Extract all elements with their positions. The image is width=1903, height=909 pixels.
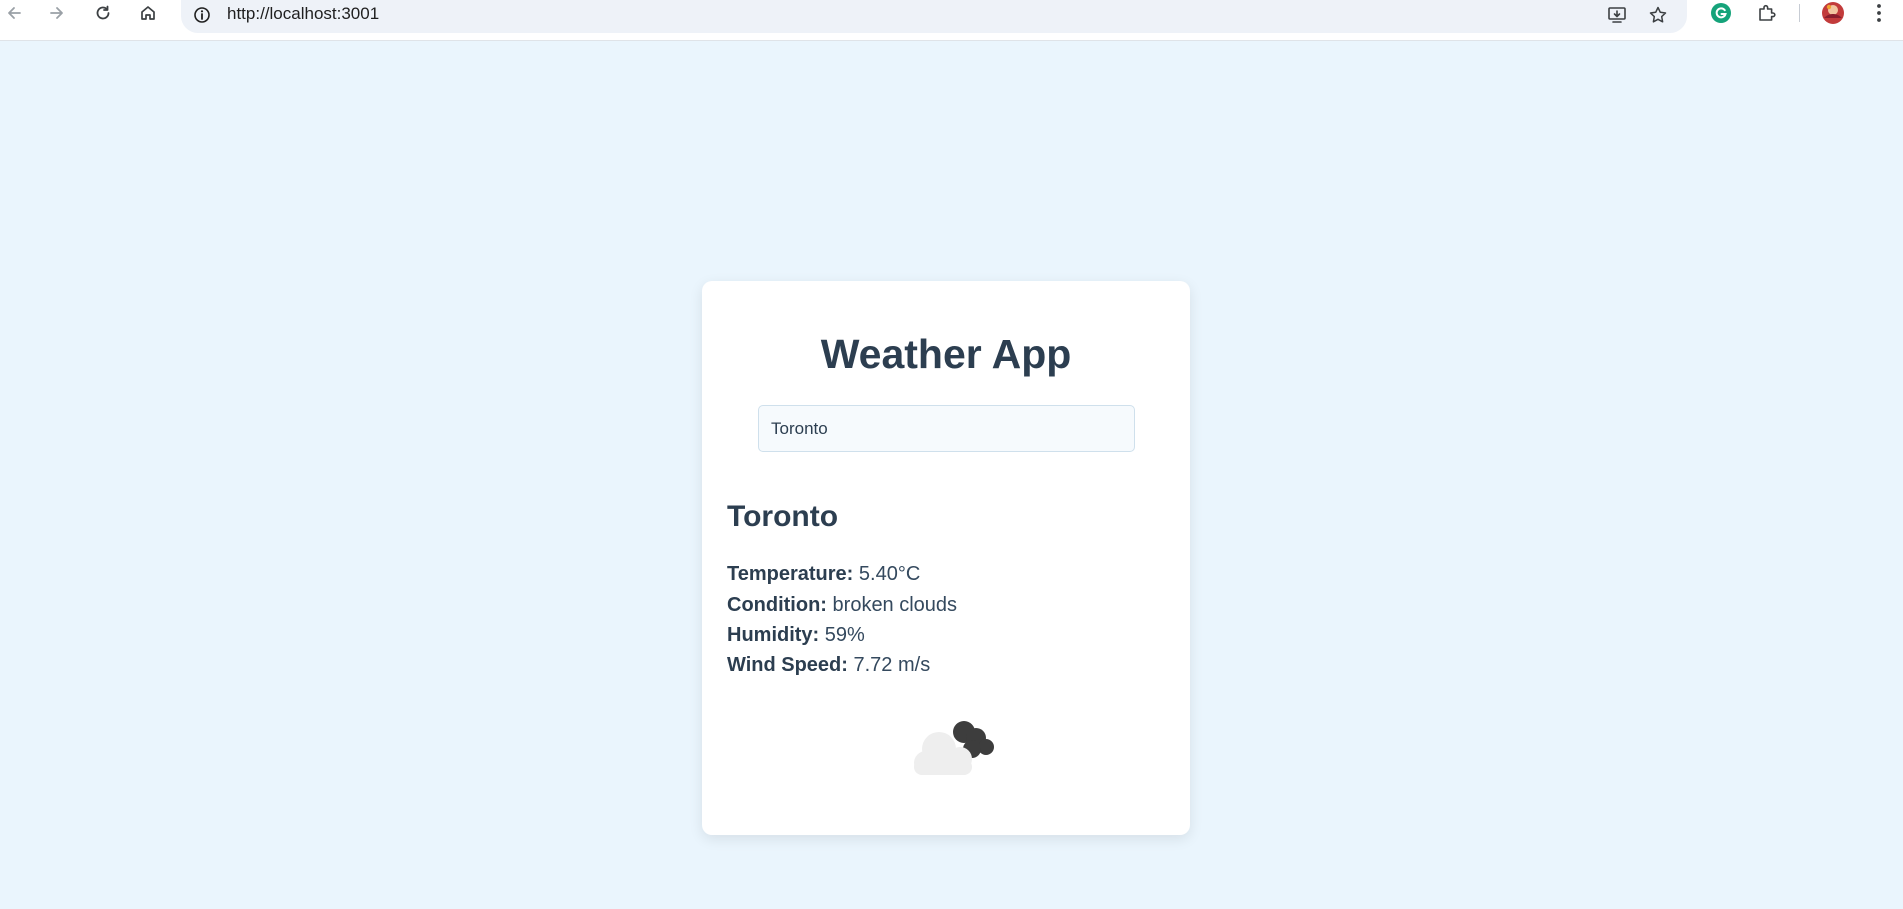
condition-value: broken clouds [832, 594, 958, 616]
bookmark-star-icon[interactable] [1645, 2, 1671, 28]
forward-arrow-icon [48, 4, 66, 22]
app-title: Weather App [820, 331, 1072, 377]
chrome-menu-icon[interactable] [1864, 0, 1894, 26]
home-button[interactable] [132, 0, 164, 26]
reload-button[interactable] [87, 0, 119, 26]
weather-card: Weather App Toronto Temperature: 5.40°C … [702, 281, 1190, 835]
address-bar[interactable]: http://localhost:3001 [181, 0, 1687, 33]
temperature-value: 5.40°C [858, 563, 921, 585]
toolbar-divider [1799, 4, 1800, 22]
back-button[interactable] [0, 0, 30, 26]
forward-button[interactable] [41, 0, 73, 26]
humidity-value: 59% [824, 624, 865, 646]
city-search-input[interactable] [758, 405, 1135, 452]
wind-speed-value: 7.72 m/s [853, 654, 931, 676]
home-icon [139, 4, 157, 22]
humidity-label: Humidity: [727, 624, 820, 646]
temperature-row: Temperature: 5.40°C [727, 561, 920, 587]
browser-toolbar: http://localhost:3001 [0, 0, 1903, 41]
back-arrow-icon [5, 4, 23, 22]
reload-icon [94, 4, 112, 22]
wind-speed-label: Wind Speed: [727, 654, 848, 676]
condition-row: Condition: broken clouds [727, 592, 957, 618]
profile-avatar[interactable] [1818, 0, 1848, 26]
condition-label: Condition: [727, 594, 827, 616]
humidity-row: Humidity: 59% [727, 622, 865, 648]
temperature-label: Temperature: [727, 563, 854, 585]
wind-speed-row: Wind Speed: 7.72 m/s [727, 652, 930, 678]
extensions-puzzle-icon[interactable] [1752, 0, 1782, 26]
url-text[interactable]: http://localhost:3001 [227, 4, 379, 24]
grammarly-extension-icon[interactable] [1706, 0, 1736, 26]
city-name: Toronto [727, 500, 839, 533]
site-info-icon[interactable] [191, 4, 213, 26]
broken-clouds-icon [902, 711, 998, 781]
install-app-icon[interactable] [1604, 2, 1630, 28]
